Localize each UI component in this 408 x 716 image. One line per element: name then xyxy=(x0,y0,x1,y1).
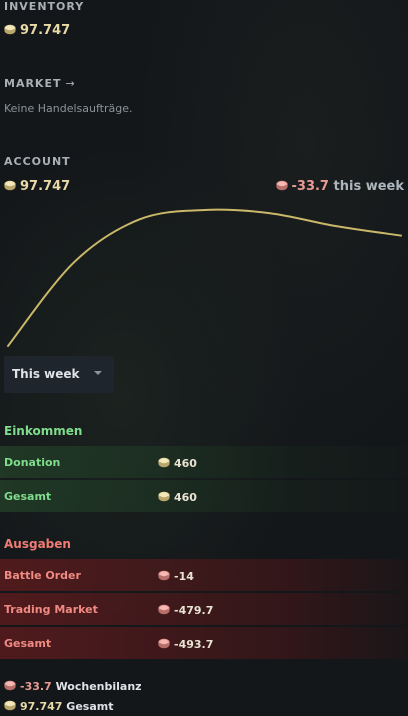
income-title: Einkommen xyxy=(4,424,83,438)
expense-row-name: Battle Order xyxy=(4,569,81,582)
arrow-right-icon: → xyxy=(65,77,75,90)
expense-row-amount: -479.7 xyxy=(174,604,214,617)
inventory-heading: INVENTORY xyxy=(4,0,85,13)
expense-row-value: -479.7 xyxy=(158,603,213,617)
account-change-suffix: this week xyxy=(333,179,404,194)
balance-chart xyxy=(7,208,402,347)
expenses-title: Ausgaben xyxy=(4,537,71,551)
expense-row-value: -493.7 xyxy=(158,637,213,651)
coin-icon xyxy=(158,490,170,502)
coin-icon-negative xyxy=(276,179,288,191)
market-link[interactable]: MARKET → xyxy=(4,77,75,90)
expense-row-amount: -14 xyxy=(174,570,194,583)
coin-icon-negative xyxy=(158,569,170,581)
income-row-total: Gesamt 460 xyxy=(0,480,408,512)
expense-row-name: Trading Market xyxy=(4,603,98,616)
income-row-value: 460 xyxy=(158,456,197,470)
inventory-balance: 97.747 xyxy=(4,23,70,38)
coin-icon xyxy=(4,23,16,35)
income-row-value: 460 xyxy=(158,490,197,504)
coin-icon-negative xyxy=(158,603,170,615)
account-balance: 97.747 xyxy=(4,179,70,194)
account-weekly-change: -33.7 this week xyxy=(276,179,404,194)
weekly-balance-value: -33.7 xyxy=(20,680,52,693)
account-amount: 97.747 xyxy=(20,179,71,194)
balance-line xyxy=(7,208,402,347)
income-row-amount: 460 xyxy=(174,491,197,504)
account-heading: ACCOUNT xyxy=(4,155,71,168)
expense-row-name: Gesamt xyxy=(4,637,52,650)
expense-row-battle-order: Battle Order -14 xyxy=(0,559,408,591)
income-row-name: Donation xyxy=(4,456,61,469)
expense-row-total: Gesamt -493.7 xyxy=(0,627,408,659)
time-range-dropdown[interactable]: This week xyxy=(4,356,114,393)
expense-row-value: -14 xyxy=(158,569,194,583)
weekly-balance-summary: -33.7 Wochenbilanz xyxy=(4,679,142,693)
total-balance-label: Gesamt xyxy=(66,700,114,713)
coin-icon xyxy=(4,179,16,191)
coin-icon-negative xyxy=(158,637,170,649)
expense-row-amount: -493.7 xyxy=(174,638,214,651)
market-heading: MARKET xyxy=(4,77,62,90)
coin-icon-negative xyxy=(4,679,16,691)
weekly-balance-label: Wochenbilanz xyxy=(55,680,142,693)
income-row-name: Gesamt xyxy=(4,490,52,503)
time-range-selected: This week xyxy=(12,367,80,381)
income-row-amount: 460 xyxy=(174,457,197,470)
expense-row-trading-market: Trading Market -479.7 xyxy=(0,593,408,625)
total-balance-value: 97.747 xyxy=(20,700,63,713)
market-empty-text: Keine Handelsaufträge. xyxy=(4,102,133,115)
inventory-amount: 97.747 xyxy=(20,23,71,38)
income-row-donation: Donation 460 xyxy=(0,446,408,478)
total-balance-summary: 97.747 Gesamt xyxy=(4,699,113,713)
coin-icon xyxy=(4,699,16,711)
coin-icon xyxy=(158,456,170,468)
chevron-down-icon xyxy=(94,371,102,375)
account-change-value: -33.7 xyxy=(291,179,329,194)
